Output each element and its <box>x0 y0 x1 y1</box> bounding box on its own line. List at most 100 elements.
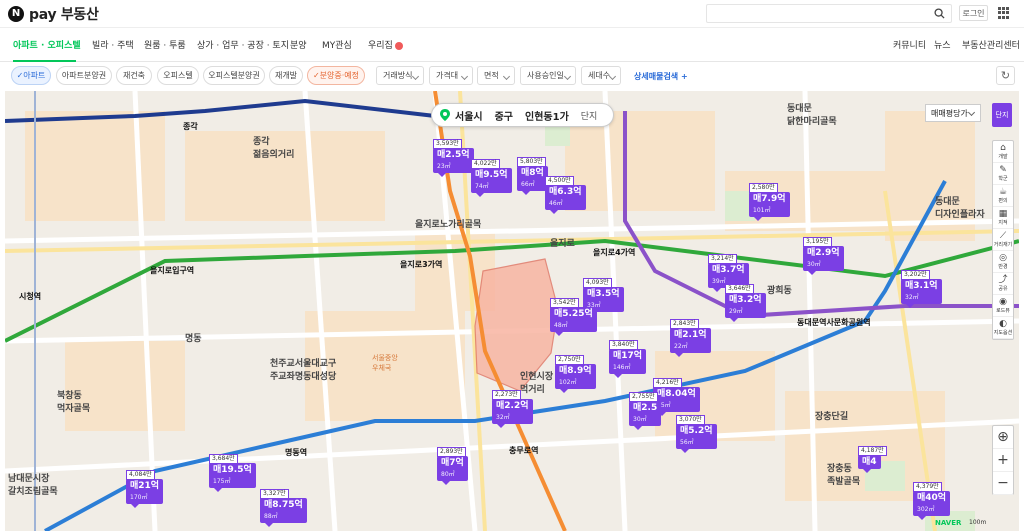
price-marker[interactable]: 3,195만 매2.9억 30㎡ <box>803 237 844 275</box>
danji-dropdown[interactable]: 단지 <box>581 109 598 122</box>
search-icon[interactable] <box>934 8 945 19</box>
my-location-icon[interactable]: ⊕ <box>993 426 1013 449</box>
label-ddp-station: 동대문역사문화공원역 <box>797 318 871 327</box>
logo[interactable]: N pay 부동산 <box>8 4 99 24</box>
label-namdaemun: 남대문시장 갈치조림골목 <box>8 474 58 497</box>
price-marker[interactable]: 3,840만 매17억 146㎡ <box>609 340 647 378</box>
price-marker[interactable]: 5,803만 매8억 66㎡ <box>517 157 548 195</box>
chip-redevelopment[interactable]: 재개발 <box>269 66 303 85</box>
chip-officetel-presale[interactable]: 오피스텔분양권 <box>203 66 265 85</box>
brand-name: pay 부동산 <box>29 6 99 23</box>
tool-share[interactable]: ⤴ 공유 <box>993 273 1013 295</box>
tab-apartment-officetel[interactable]: 아파트 · 오피스텔 <box>13 38 81 51</box>
price-marker[interactable]: 3,070만 매5.2억 56㎡ <box>676 415 717 453</box>
tool-development[interactable]: ⌂ 개발 <box>993 141 1013 163</box>
cadastral-icon: ▦ <box>998 209 1008 219</box>
price-marker[interactable]: 2,273만 매2.2억 32㎡ <box>492 390 533 428</box>
price-marker[interactable]: 2,750만 매8.9억 102㎡ <box>555 355 596 393</box>
filter-bar: ✓ 아파트 아파트분양권 재건축 오피스텔 오피스텔분양권 재개발 ✓ 분양중·… <box>0 63 1024 89</box>
price-marker[interactable]: 4,187만 매4 <box>858 446 887 473</box>
price-marker[interactable]: 3,202만 매3.1억 32㎡ <box>901 270 942 308</box>
dropdown-trade-type[interactable]: 거래방식 <box>376 66 424 85</box>
price-marker[interactable]: 4,379만 매40억 302㎡ <box>913 482 951 520</box>
tab-my-home[interactable]: 우리집 <box>368 38 403 51</box>
top-bar: N pay 부동산 로그인 <box>0 0 1024 28</box>
price-marker[interactable]: 4,084만 매21억 170㎡ <box>126 470 164 508</box>
new-badge <box>394 41 403 50</box>
label-central-post: 서울중앙 우체국 <box>372 354 398 372</box>
chip-apartment[interactable]: ✓ 아파트 <box>11 66 51 85</box>
tool-roadview[interactable]: ◉ 로드뷰 <box>993 295 1013 317</box>
label-bukchang: 북창동 먹자골목 <box>57 391 91 414</box>
map-danji-toggle[interactable]: 단지 <box>992 103 1012 127</box>
tab-presale[interactable]: 분양 <box>290 38 307 51</box>
tool-cadastral[interactable]: ▦ 지적 <box>993 207 1013 229</box>
main-nav: 아파트 · 오피스텔 빌라 · 주택 원룸 · 투룸 상가 · 업무 · 공장 … <box>0 28 1024 62</box>
apps-grid-icon[interactable] <box>998 7 1010 19</box>
price-marker[interactable]: 2,580만 매7.9억 101㎡ <box>749 183 790 221</box>
map-canvas[interactable]: 종각 젊음의거리 종각 을지로입구역 을지로3가역 을지로4가역 을지로 을지로… <box>5 91 1019 531</box>
price-marker[interactable]: 2,755만 매2.5 30㎡ <box>629 392 662 430</box>
price-marker[interactable]: 3,327만 매8.75억 88㎡ <box>260 489 307 527</box>
chip-reconstruction[interactable]: 재건축 <box>116 66 152 85</box>
chip-apartment-presale[interactable]: 아파트분양권 <box>56 66 112 85</box>
chip-apartment-label: 아파트 <box>23 71 46 80</box>
active-tab-indicator <box>13 60 76 62</box>
chip-presale-upcoming[interactable]: ✓ 분양중·예정 <box>307 66 365 85</box>
location-bar[interactable]: 서울시 중구 인현동1가 단지 <box>431 103 615 127</box>
nav-realtor-center[interactable]: 부동산관리센터 <box>962 38 1020 51</box>
location-pin-icon <box>440 109 450 121</box>
tool-radius[interactable]: ◎ 반경 <box>993 251 1013 273</box>
school-icon: ✎ <box>999 165 1007 175</box>
dropdown-area[interactable]: 면적 <box>477 66 515 85</box>
location-dong[interactable]: 인현동1가 <box>525 108 569 123</box>
advanced-search-button[interactable]: 상세매물검색 + <box>634 71 688 82</box>
naver-logo: NAVER <box>935 519 962 527</box>
tab-my-home-label: 우리집 <box>368 41 393 51</box>
dropdown-price[interactable]: 가격대 <box>429 66 473 85</box>
tool-distance[interactable]: ⟋ 거리재기 <box>993 229 1013 251</box>
tab-my-interest[interactable]: MY관심 <box>322 38 352 51</box>
map-tools: ⌂ 개발 ✎ 학군 ☕ 편의 ▦ 지적 ⟋ 거리재기 ◎ 반경 ⤴ 공유 ◉ 로드뷰 ◐ 지도옵션 <box>992 140 1014 340</box>
tool-convenience[interactable]: ☕ 편의 <box>993 185 1013 207</box>
map-type-select[interactable]: 매매평당가 <box>925 104 981 122</box>
dropdown-household[interactable]: 세대수 <box>581 66 621 85</box>
price-marker[interactable]: 4,022만 매9.5억 74㎡ <box>471 159 512 197</box>
location-city[interactable]: 서울시 <box>455 108 483 123</box>
location-district[interactable]: 중구 <box>495 108 513 123</box>
tab-commercial[interactable]: 상가 · 업무 · 공장 · 토지 <box>197 38 289 51</box>
label-gwanghui: 광희동 <box>767 286 792 296</box>
search-input[interactable] <box>706 4 952 23</box>
nav-news[interactable]: 뉴스 <box>934 38 951 51</box>
radius-icon: ◎ <box>999 253 1007 263</box>
price-marker[interactable]: 2,843만 매2.1억 22㎡ <box>670 319 711 357</box>
label-city-hall-station: 시청역 <box>19 292 42 301</box>
chip-officetel[interactable]: 오피스텔 <box>157 66 199 85</box>
refresh-icon[interactable]: ↻ <box>996 66 1015 85</box>
price-marker[interactable]: 3,542만 매5.25억 48㎡ <box>550 298 597 336</box>
tool-school[interactable]: ✎ 학군 <box>993 163 1013 185</box>
label-jangchung: 장충단길 <box>815 412 849 422</box>
tab-villa-house[interactable]: 빌라 · 주택 <box>92 38 134 51</box>
tab-oneroom-tworoom[interactable]: 원룸 · 투룸 <box>144 38 186 51</box>
price-marker[interactable]: 3,593만 매2.5억 23㎡ <box>433 139 474 177</box>
price-marker[interactable]: 2,893만 매7억 80㎡ <box>437 447 468 485</box>
label-jonggak-station: 종각 <box>183 122 198 131</box>
label-jonggak-street: 종각 젊음의거리 <box>253 137 295 160</box>
label-euljiro4-station: 을지로4가역 <box>593 248 636 257</box>
label-euljiro: 을지로 <box>550 239 575 249</box>
tool-map-options[interactable]: ◐ 지도옵션 <box>993 317 1013 339</box>
zoom-out-button[interactable]: − <box>993 472 1013 495</box>
price-marker[interactable]: 3,646만 매3.2억 29㎡ <box>725 284 766 322</box>
label-euljiro-ent-station: 을지로입구역 <box>150 266 195 275</box>
share-icon: ⤴ <box>998 275 1008 285</box>
map-scale: 100m <box>969 519 987 526</box>
price-marker[interactable]: 4,500만 매6.3억 46㎡ <box>545 176 586 214</box>
map-options-icon: ◐ <box>999 319 1007 329</box>
price-marker[interactable]: 3,684만 매19.5억 175㎡ <box>209 454 256 492</box>
zoom-in-button[interactable]: + <box>993 449 1013 472</box>
login-button[interactable]: 로그인 <box>959 5 988 21</box>
dropdown-approval-date[interactable]: 사용승인일 <box>520 66 576 85</box>
label-cathedral: 천주교서울대교구 주교좌명동대성당 <box>270 359 337 382</box>
nav-community[interactable]: 커뮤니티 <box>893 38 926 51</box>
